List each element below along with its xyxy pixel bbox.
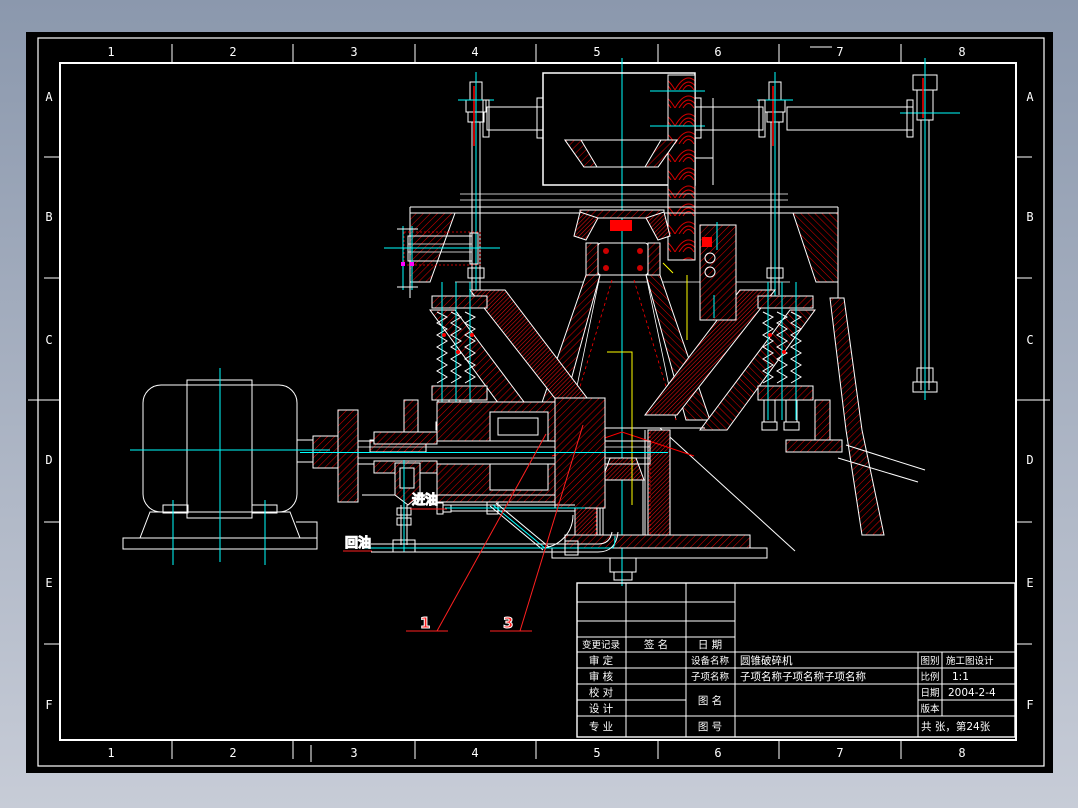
tb-specialty: 专 业 [589,720,613,733]
zone-number: 2 [229,746,236,760]
oil-return-label: 回油 [345,535,371,551]
tb-scale: 1:1 [952,671,969,683]
zone-number: 8 [958,746,965,760]
zone-letter: F [1026,698,1033,712]
zone-number: 2 [229,45,236,59]
tb-subitem-label: 子项名称 [691,671,730,683]
tb-approved: 审 定 [589,654,614,667]
zone-number: 7 [836,746,843,760]
cad-viewport: 1 2 3 4 5 6 7 8 1 2 3 4 5 6 7 8 A B C D … [0,0,1078,808]
tb-date-header: 日 期 [698,639,722,651]
zone-number: 1 [107,746,114,760]
tb-version-label: 版本 [920,703,940,715]
tb-proofread: 校 对 [589,686,614,699]
tb-signature: 签 名 [644,638,668,651]
callout-3: 3 [503,614,513,632]
tb-equipment-label: 设备名称 [691,655,730,667]
magenta-marker [401,262,405,266]
tb-date-label: 日期 [920,688,939,699]
tb-sheet-info: 共 张，第24张 [921,720,991,733]
tb-drawing-no-label: 图 号 [698,721,722,733]
zone-number: 5 [593,746,600,760]
tb-date: 2004-2-4 [948,687,996,699]
tb-change-record: 变更记录 [582,639,621,651]
zone-number: 8 [958,45,965,59]
zone-number: 3 [350,746,357,760]
zone-letter: D [1026,453,1033,467]
tb-category: 施工图设计 [946,655,994,667]
zone-letter: E [1026,576,1033,590]
zone-letter: F [45,698,52,712]
zone-number: 4 [471,45,478,59]
zone-number: 1 [107,45,114,59]
zone-letter: C [45,333,52,347]
zone-number: 5 [593,45,600,59]
zone-letter: A [45,90,53,104]
callout-1: 1 [420,614,430,632]
adjusting-mechanism [699,222,737,321]
oil-inlet-label: 进油 [412,492,438,508]
zone-number: 7 [836,45,843,59]
zone-number: 3 [350,45,357,59]
zone-letter: B [45,210,52,224]
tb-subitem-name: 子项名称子项名称子项名称 [740,670,866,683]
tb-scale-label: 比例 [920,671,939,683]
zone-number: 4 [471,746,478,760]
zone-letter: E [45,576,52,590]
tb-designed: 设 计 [589,702,614,715]
tb-equipment-name: 圆锥破碎机 [740,654,793,667]
zone-letter: B [1026,210,1033,224]
tb-checked: 审 核 [589,670,614,683]
shaft-top-red-block [610,220,632,231]
magenta-marker [410,262,414,266]
zone-number: 6 [714,746,721,760]
zone-number: 6 [714,45,721,59]
zone-letter: A [1026,90,1034,104]
tb-drawing-name-label: 图 名 [698,694,722,707]
zone-letter: D [45,453,52,467]
tb-category-label: 图别 [920,656,939,667]
zone-letter: C [1026,333,1033,347]
drawing-sheet: 1 2 3 4 5 6 7 8 1 2 3 4 5 6 7 8 A B C D … [0,0,1078,808]
